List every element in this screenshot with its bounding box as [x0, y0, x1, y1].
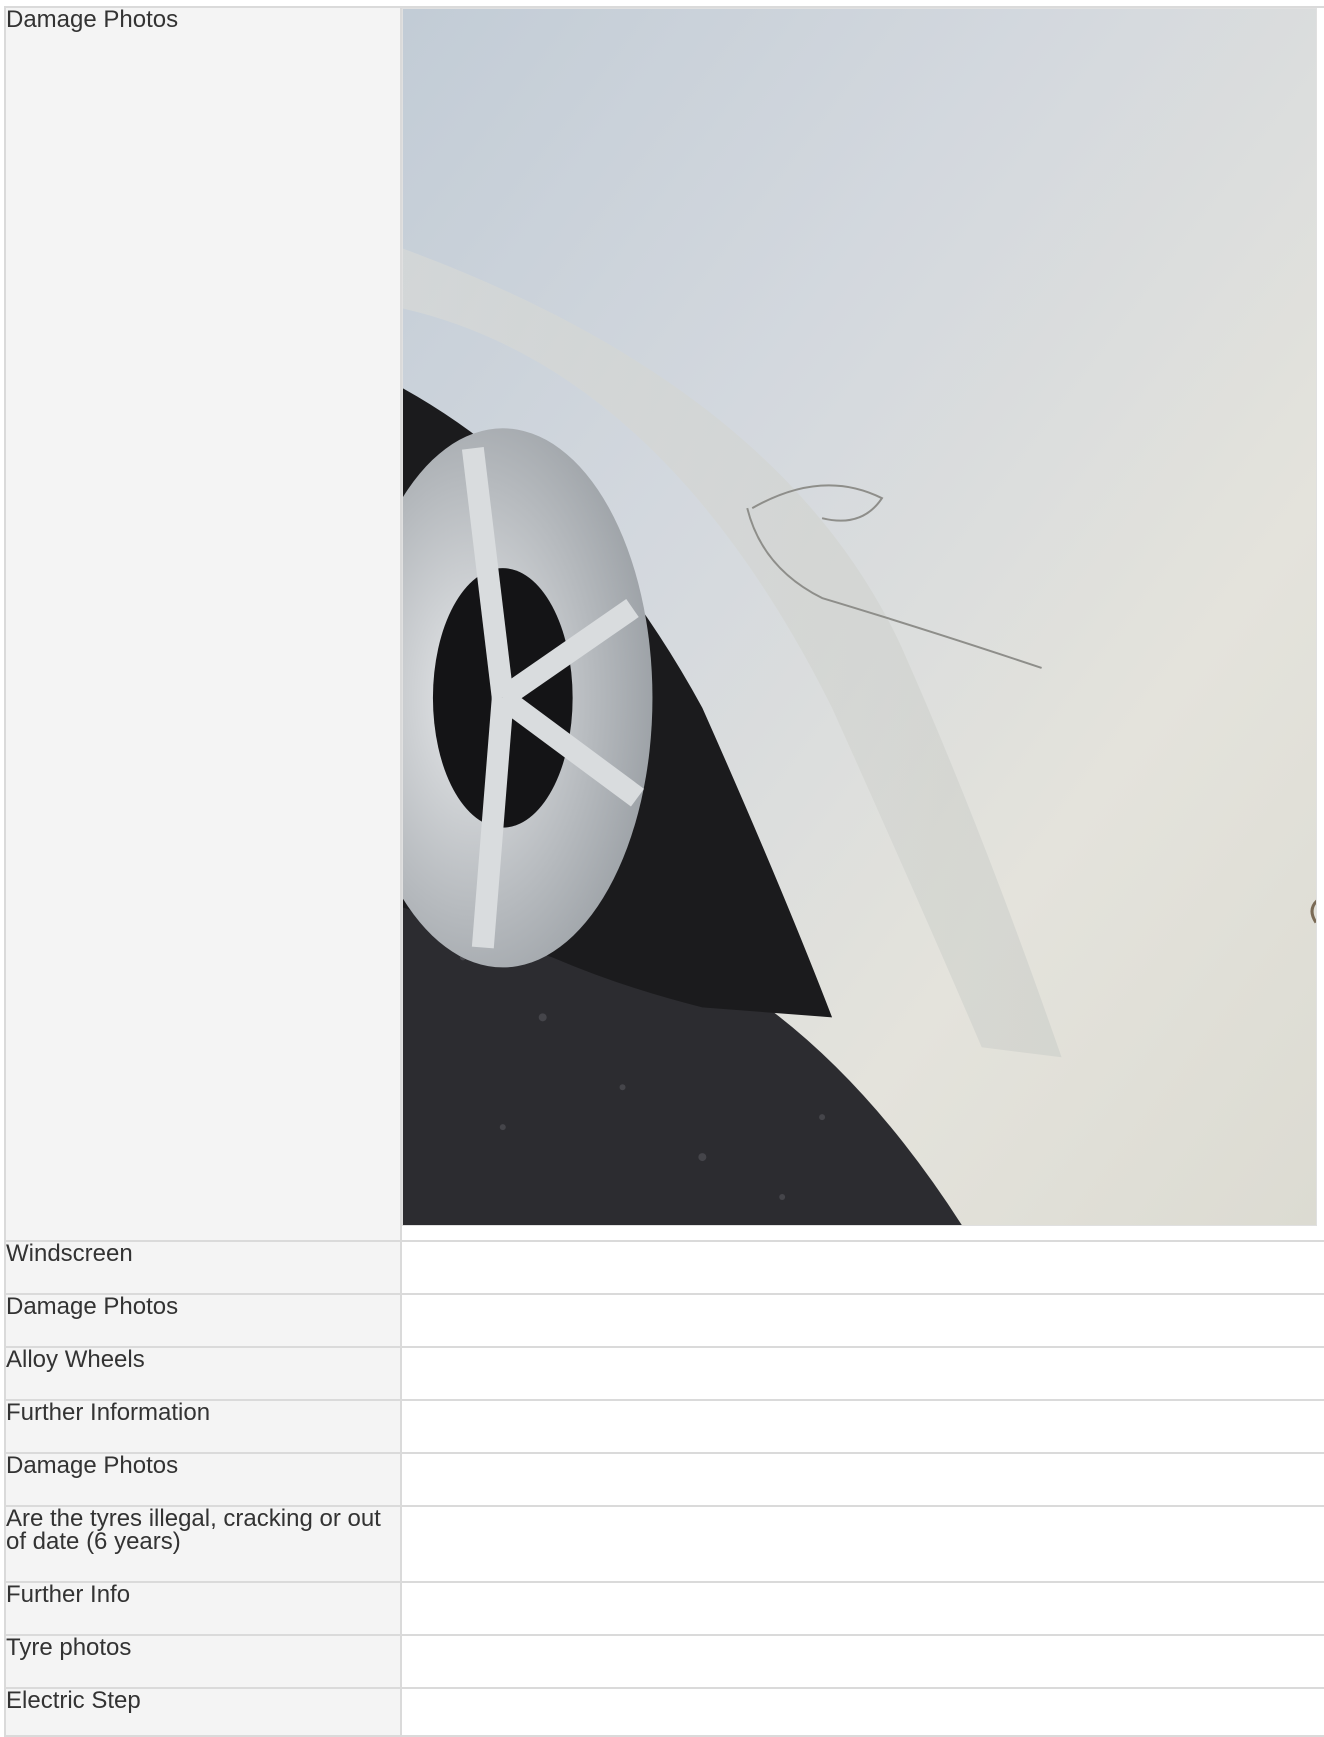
row-value — [400, 1634, 1324, 1689]
row-label: Alloy Wheels — [4, 1346, 402, 1401]
row-value — [400, 1399, 1324, 1454]
row-label: Damage Photos — [4, 1452, 402, 1507]
row-value — [400, 1346, 1324, 1401]
row-label: Further Info — [4, 1581, 402, 1636]
table-row: Are the tyres illegal, cracking or out o… — [4, 1505, 1324, 1583]
table-row: Tyre photos — [4, 1634, 1324, 1689]
table-row: Damage Photos — [4, 6, 1324, 1242]
table-row: Further Information — [4, 1399, 1324, 1454]
row-value — [400, 1687, 1324, 1737]
table-row: Alloy Wheels — [4, 1346, 1324, 1401]
photo-cell — [400, 6, 1324, 1242]
row-label: Damage Photos — [4, 6, 402, 1242]
table-row: Further Info — [4, 1581, 1324, 1636]
table-row: Damage Photos — [4, 1452, 1324, 1507]
table-row: Electric Step — [4, 1687, 1324, 1737]
row-value — [400, 1452, 1324, 1507]
row-value — [400, 1581, 1324, 1636]
table-row: Windscreen — [4, 1240, 1324, 1295]
row-label: Are the tyres illegal, cracking or out o… — [4, 1505, 402, 1583]
row-label: Further Information — [4, 1399, 402, 1454]
row-label: Windscreen — [4, 1240, 402, 1295]
row-value — [400, 1240, 1324, 1295]
inspection-report: Damage Photos Windscreen Damage Photos A… — [4, 6, 1324, 1737]
row-value — [400, 1505, 1324, 1583]
table-row: Damage Photos — [4, 1293, 1324, 1348]
row-value — [400, 1293, 1324, 1348]
inspection-table: Damage Photos Windscreen Damage Photos A… — [4, 6, 1324, 1737]
row-label: Damage Photos — [4, 1293, 402, 1348]
row-label: Electric Step — [4, 1687, 402, 1737]
row-label: Tyre photos — [4, 1634, 402, 1689]
damage-photo[interactable] — [402, 8, 1317, 1226]
